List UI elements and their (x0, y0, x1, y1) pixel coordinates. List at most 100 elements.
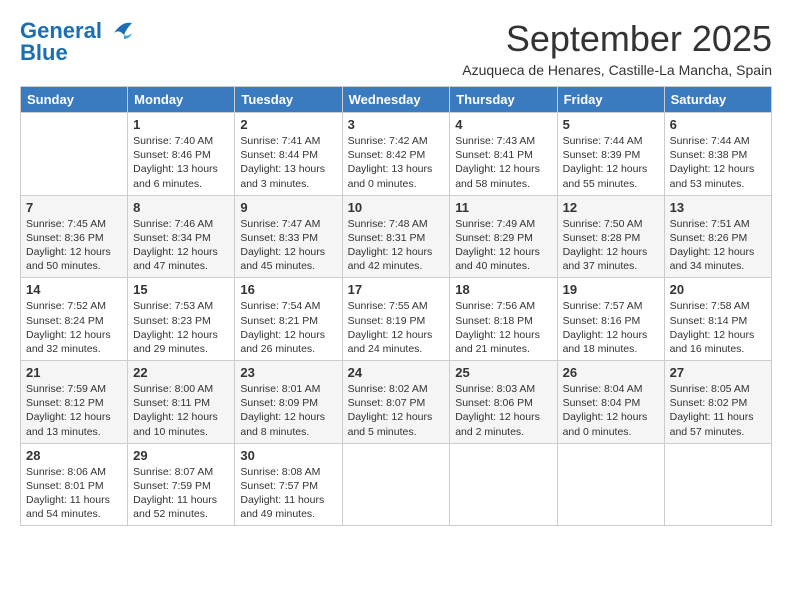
calendar-cell: 24 Sunrise: 8:02 AM Sunset: 8:07 PM Dayli… (342, 361, 450, 444)
calendar-header-monday: Monday (128, 87, 235, 113)
calendar-cell: 19 Sunrise: 7:57 AM Sunset: 8:16 PM Dayli… (557, 278, 664, 361)
day-info: Sunrise: 7:53 AM Sunset: 8:23 PM Dayligh… (133, 299, 229, 356)
calendar-cell: 12Sunrise: 7:50 AM Sunset: 8:28 PM Dayli… (557, 195, 664, 278)
calendar-cell: 22Sunrise: 8:00 AM Sunset: 8:11 PM Dayli… (128, 361, 235, 444)
day-number: 17 (348, 282, 445, 297)
day-number: 7 (26, 200, 122, 215)
day-info: Sunrise: 7:55 AM Sunset: 8:19 PM Dayligh… (348, 299, 445, 356)
calendar-cell: 17 Sunrise: 7:55 AM Sunset: 8:19 PM Dayli… (342, 278, 450, 361)
day-info: Sunrise: 8:04 AM Sunset: 8:04 PM Dayligh… (563, 382, 659, 439)
day-info: Sunrise: 8:03 AM Sunset: 8:06 PM Dayligh… (455, 382, 551, 439)
day-info: Sunrise: 7:45 AM Sunset: 8:36 PM Dayligh… (26, 217, 122, 274)
calendar-cell: 18 Sunrise: 7:56 AM Sunset: 8:18 PM Dayli… (450, 278, 557, 361)
location-subtitle: Azuqueca de Henares, Castille-La Mancha,… (462, 62, 772, 78)
calendar-header-friday: Friday (557, 87, 664, 113)
calendar-cell: 6Sunrise: 7:44 AM Sunset: 8:38 PM Daylig… (664, 113, 771, 196)
day-number: 9 (240, 200, 336, 215)
calendar-week-row: 28 Sunrise: 8:06 AM Sunset: 8:01 PM Dayli… (21, 443, 772, 526)
calendar-cell: 10 Sunrise: 7:48 AM Sunset: 8:31 PM Dayli… (342, 195, 450, 278)
day-info: Sunrise: 7:48 AM Sunset: 8:31 PM Dayligh… (348, 217, 445, 274)
month-title: September 2025 (462, 18, 772, 60)
day-number: 3 (348, 117, 445, 132)
day-info: Sunrise: 8:08 AM Sunset: 7:57 PM Dayligh… (240, 465, 336, 522)
day-info: Sunrise: 7:50 AM Sunset: 8:28 PM Dayligh… (563, 217, 659, 274)
day-info: Sunrise: 7:56 AM Sunset: 8:18 PM Dayligh… (455, 299, 551, 356)
day-info: Sunrise: 7:43 AM Sunset: 8:41 PM Dayligh… (455, 134, 551, 191)
day-info: Sunrise: 8:02 AM Sunset: 8:07 PM Dayligh… (348, 382, 445, 439)
day-info: Sunrise: 7:40 AM Sunset: 8:46 PM Dayligh… (133, 134, 229, 191)
day-number: 13 (670, 200, 766, 215)
day-number: 6 (670, 117, 766, 132)
day-number: 28 (26, 448, 122, 463)
calendar-cell (342, 443, 450, 526)
day-info: Sunrise: 7:47 AM Sunset: 8:33 PM Dayligh… (240, 217, 336, 274)
calendar-cell (21, 113, 128, 196)
day-number: 22 (133, 365, 229, 380)
day-info: Sunrise: 7:51 AM Sunset: 8:26 PM Dayligh… (670, 217, 766, 274)
day-info: Sunrise: 7:44 AM Sunset: 8:39 PM Dayligh… (563, 134, 659, 191)
day-number: 20 (670, 282, 766, 297)
calendar-header-saturday: Saturday (664, 87, 771, 113)
calendar-cell: 20 Sunrise: 7:58 AM Sunset: 8:14 PM Dayli… (664, 278, 771, 361)
calendar-week-row: 7 Sunrise: 7:45 AM Sunset: 8:36 PM Daylig… (21, 195, 772, 278)
day-number: 30 (240, 448, 336, 463)
header: GeneralBlue September 2025 Azuqueca de H… (20, 18, 772, 78)
day-number: 24 (348, 365, 445, 380)
day-number: 21 (26, 365, 122, 380)
day-number: 26 (563, 365, 659, 380)
day-info: Sunrise: 8:06 AM Sunset: 8:01 PM Dayligh… (26, 465, 122, 522)
calendar-cell: 15 Sunrise: 7:53 AM Sunset: 8:23 PM Dayli… (128, 278, 235, 361)
calendar-table: SundayMondayTuesdayWednesdayThursdayFrid… (20, 86, 772, 526)
calendar-header-sunday: Sunday (21, 87, 128, 113)
day-info: Sunrise: 7:41 AM Sunset: 8:44 PM Dayligh… (240, 134, 336, 191)
day-number: 1 (133, 117, 229, 132)
day-number: 10 (348, 200, 445, 215)
calendar-cell: 30 Sunrise: 8:08 AM Sunset: 7:57 PM Dayli… (235, 443, 342, 526)
calendar-week-row: 1 Sunrise: 7:40 AM Sunset: 8:46 PM Daylig… (21, 113, 772, 196)
logo-text: GeneralBlue (20, 20, 102, 64)
calendar-cell: 25 Sunrise: 8:03 AM Sunset: 8:06 PM Dayli… (450, 361, 557, 444)
calendar-cell: 2 Sunrise: 7:41 AM Sunset: 8:44 PM Daylig… (235, 113, 342, 196)
day-number: 25 (455, 365, 551, 380)
calendar-cell: 7 Sunrise: 7:45 AM Sunset: 8:36 PM Daylig… (21, 195, 128, 278)
calendar-cell (664, 443, 771, 526)
logo-bird-icon (104, 19, 134, 47)
calendar-cell: 23 Sunrise: 8:01 AM Sunset: 8:09 PM Dayli… (235, 361, 342, 444)
day-info: Sunrise: 8:01 AM Sunset: 8:09 PM Dayligh… (240, 382, 336, 439)
day-number: 2 (240, 117, 336, 132)
day-info: Sunrise: 7:49 AM Sunset: 8:29 PM Dayligh… (455, 217, 551, 274)
calendar-cell: 29 Sunrise: 8:07 AM Sunset: 7:59 PM Dayli… (128, 443, 235, 526)
day-info: Sunrise: 7:52 AM Sunset: 8:24 PM Dayligh… (26, 299, 122, 356)
day-number: 16 (240, 282, 336, 297)
calendar-cell: 3 Sunrise: 7:42 AM Sunset: 8:42 PM Daylig… (342, 113, 450, 196)
logo: GeneralBlue (20, 20, 134, 64)
day-number: 18 (455, 282, 551, 297)
day-info: Sunrise: 7:42 AM Sunset: 8:42 PM Dayligh… (348, 134, 445, 191)
calendar-week-row: 21 Sunrise: 7:59 AM Sunset: 8:12 PM Dayli… (21, 361, 772, 444)
calendar-header-tuesday: Tuesday (235, 87, 342, 113)
day-number: 29 (133, 448, 229, 463)
calendar-cell: 5 Sunrise: 7:44 AM Sunset: 8:39 PM Daylig… (557, 113, 664, 196)
day-number: 11 (455, 200, 551, 215)
calendar-cell: 11 Sunrise: 7:49 AM Sunset: 8:29 PM Dayli… (450, 195, 557, 278)
day-number: 23 (240, 365, 336, 380)
day-info: Sunrise: 7:57 AM Sunset: 8:16 PM Dayligh… (563, 299, 659, 356)
calendar-cell: 27 Sunrise: 8:05 AM Sunset: 8:02 PM Dayli… (664, 361, 771, 444)
day-info: Sunrise: 8:07 AM Sunset: 7:59 PM Dayligh… (133, 465, 229, 522)
day-number: 14 (26, 282, 122, 297)
calendar-header-row: SundayMondayTuesdayWednesdayThursdayFrid… (21, 87, 772, 113)
day-number: 15 (133, 282, 229, 297)
day-number: 27 (670, 365, 766, 380)
calendar-header-thursday: Thursday (450, 87, 557, 113)
page: GeneralBlue September 2025 Azuqueca de H… (0, 0, 792, 544)
calendar-cell: 14 Sunrise: 7:52 AM Sunset: 8:24 PM Dayli… (21, 278, 128, 361)
day-number: 4 (455, 117, 551, 132)
day-info: Sunrise: 7:58 AM Sunset: 8:14 PM Dayligh… (670, 299, 766, 356)
day-info: Sunrise: 8:05 AM Sunset: 8:02 PM Dayligh… (670, 382, 766, 439)
day-number: 8 (133, 200, 229, 215)
calendar-cell: 21 Sunrise: 7:59 AM Sunset: 8:12 PM Dayli… (21, 361, 128, 444)
day-info: Sunrise: 7:59 AM Sunset: 8:12 PM Dayligh… (26, 382, 122, 439)
day-number: 5 (563, 117, 659, 132)
day-number: 19 (563, 282, 659, 297)
calendar-cell: 28 Sunrise: 8:06 AM Sunset: 8:01 PM Dayli… (21, 443, 128, 526)
